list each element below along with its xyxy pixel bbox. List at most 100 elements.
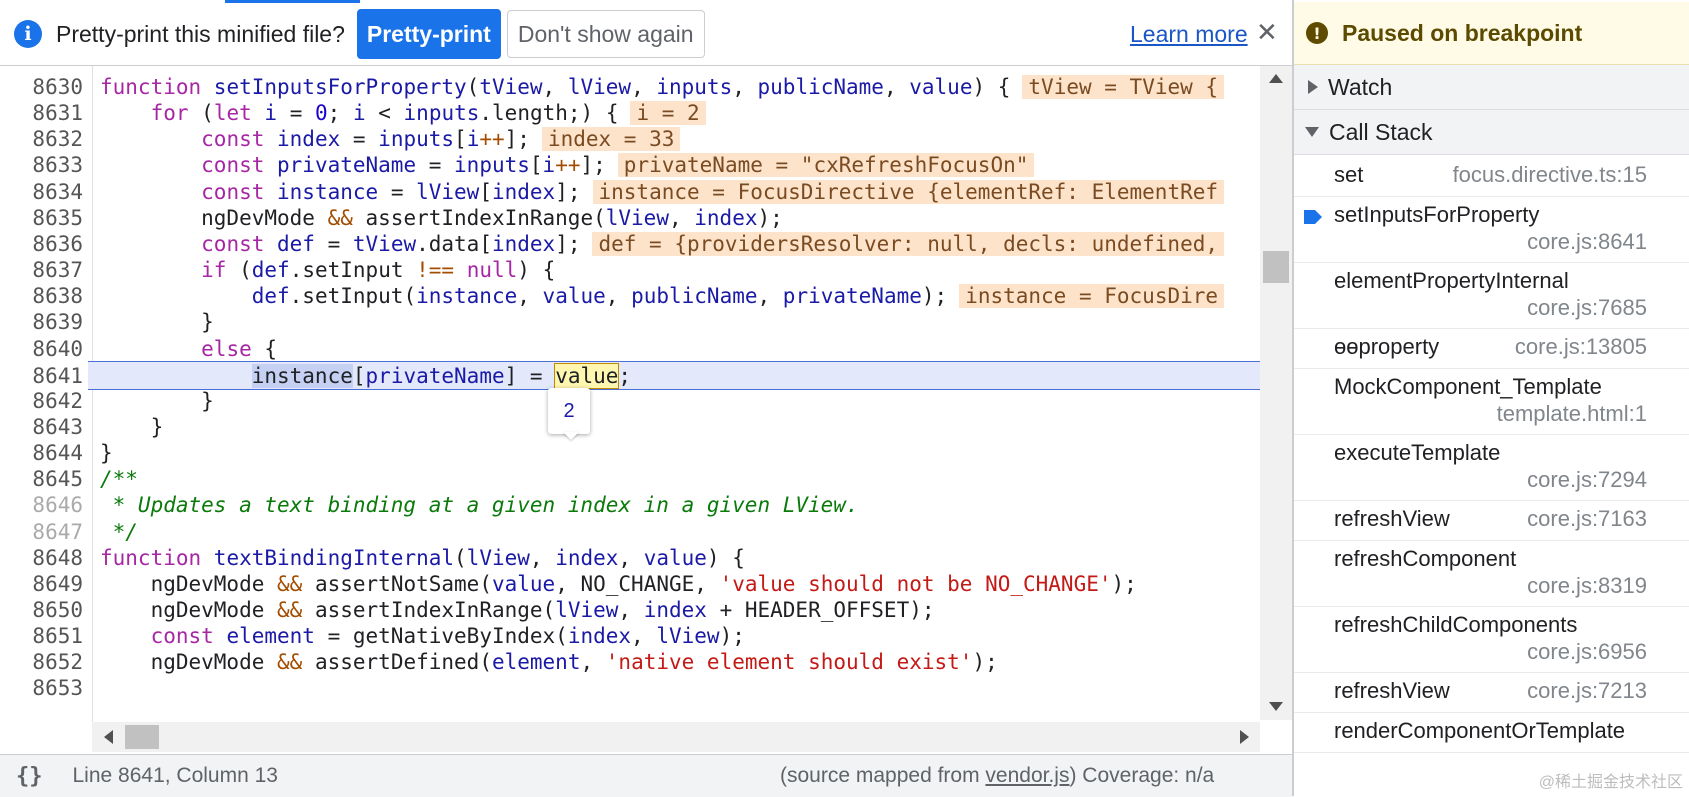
call-frame-location: core.js:8319 [1527,573,1647,598]
code-token: element [226,624,315,649]
code-token: value [909,75,973,99]
learn-more-link[interactable]: Learn more [1130,21,1248,48]
code-line[interactable]: 8643 } [0,413,1260,441]
code-line[interactable]: 8637 if (def.setInput !== null) { [0,256,1260,284]
code-line[interactable]: 8650 ngDevMode && assertIndexInRange(lVi… [0,596,1260,624]
call-frame-name: executeTemplate [1334,440,1501,465]
line-number[interactable]: 8632 [0,125,83,153]
code-token: privateName [782,284,922,309]
line-number[interactable]: 8638 [0,282,83,310]
line-number[interactable]: 8653 [0,674,83,702]
code-line[interactable]: 8632 const index = inputs[i++]; index = 3… [0,125,1260,153]
call-frame[interactable]: setInputsForProperty core.js:8641 [1294,196,1689,263]
scroll-right-arrow-icon[interactable] [1240,730,1249,744]
value-popover: 2 [548,388,590,434]
call-frame-location: core.js:7294 [1527,467,1647,492]
code-text: } [100,413,164,441]
code-line[interactable]: 8652 ngDevMode && assertDefined(element,… [0,648,1260,676]
code-text: } [100,439,113,467]
watch-section-header[interactable]: Watch [1294,65,1689,110]
code-line[interactable]: 8634 const instance = lView[index]; insta… [0,178,1260,206]
code-token: [ [529,153,543,178]
line-number[interactable]: 8640 [0,335,83,363]
code-token: const [150,624,227,649]
call-frame[interactable]: refreshChildComponents core.js:6956 [1294,606,1689,673]
line-number[interactable]: 8643 [0,413,83,441]
scroll-up-arrow-icon[interactable] [1269,74,1283,83]
code-line[interactable]: 8641 instance[privateName] = value; [32,360,1260,390]
line-number[interactable]: 8641 [0,362,83,390]
line-number[interactable]: 8647 [0,518,83,546]
horizontal-scrollbar[interactable] [92,722,1260,752]
call-frame[interactable]: set focus.directive.ts:15 [1294,156,1689,197]
call-frame[interactable]: executeTemplate core.js:7294 [1294,434,1689,501]
vertical-scrollbar[interactable] [1260,66,1292,720]
info-icon: i [14,20,42,48]
line-number[interactable]: 8642 [0,387,83,415]
source-map-link[interactable]: vendor.js [985,764,1069,787]
code-token: index [643,598,707,622]
line-number[interactable]: 8652 [0,648,83,676]
code-text: const index = inputs[i++]; index = 33 [100,125,681,153]
scroll-left-arrow-icon[interactable] [104,730,113,744]
code-text: const element = getNativeByIndex(index, … [100,622,745,650]
line-number[interactable]: 8649 [0,570,83,598]
code-line[interactable]: 8648 function textBindingInternal(lView, … [0,544,1260,572]
line-number[interactable]: 8636 [0,230,83,258]
line-number[interactable]: 8635 [0,204,83,232]
code-token: ngDevMode [100,598,278,622]
code-token: tView [352,231,417,256]
line-number[interactable]: 8634 [0,178,83,206]
line-number[interactable]: 8630 [0,73,83,101]
pretty-print-button[interactable]: Pretty-print [356,9,501,59]
code-line[interactable]: 8647 */ [0,518,1260,546]
code-line[interactable]: 8631 for (let i = 0; i < inputs.length;)… [0,99,1260,127]
code-editor[interactable]: 8630 function setInputsForProperty(tView,… [0,66,1292,752]
watch-label: Watch [1328,73,1393,100]
call-frame[interactable]: renderComponentOrTemplate [1294,712,1689,753]
code-line[interactable]: 8638 def.setInput(instance, value, publi… [0,282,1260,310]
line-number[interactable]: 8651 [0,622,83,650]
code-line[interactable]: 8642 } [0,387,1260,415]
pretty-print-braces-icon[interactable]: {} [16,764,43,789]
call-stack-label: Call Stack [1329,118,1433,145]
horizontal-scroll-thumb[interactable] [125,725,159,749]
line-number[interactable]: 8637 [0,256,83,284]
call-frame[interactable]: elementPropertyInternal core.js:7685 [1294,262,1689,329]
code-line[interactable]: 8636 const def = tView.data[index]; def =… [0,230,1260,258]
code-line[interactable]: 8640 else { [0,335,1260,363]
code-line[interactable]: 8639 } [0,308,1260,336]
code-line[interactable]: 8649 ngDevMode && assertNotSame(value, N… [0,570,1260,598]
line-number[interactable]: 8633 [0,151,83,179]
line-number[interactable]: 8645 [0,465,83,493]
close-icon[interactable]: ✕ [1256,17,1278,48]
vertical-scroll-thumb[interactable] [1263,251,1289,283]
call-frame[interactable]: refreshComponent core.js:8319 [1294,540,1689,607]
line-number[interactable]: 8648 [0,544,83,572]
code-line[interactable]: 8646 * Updates a text binding at a given… [0,491,1260,519]
line-number[interactable]: 8646 [0,491,83,519]
call-stack-section-header[interactable]: Call Stack [1294,110,1689,155]
code-token: && [327,205,353,230]
code-line[interactable]: 8645 /** [0,465,1260,493]
scroll-down-arrow-icon[interactable] [1269,702,1283,711]
call-frame[interactable]: MockComponent_Template template.html:1 [1294,368,1689,435]
code-line[interactable]: 8630 function setInputsForProperty(tView,… [0,73,1260,101]
line-number[interactable]: 8650 [0,596,83,624]
call-frame[interactable]: refreshView core.js:7163 [1294,500,1689,541]
code-line[interactable]: 8633 const privateName = inputs[i++]; pri… [0,151,1260,179]
code-token: i [352,101,366,126]
code-line[interactable]: 8651 const element = getNativeByIndex(in… [0,622,1260,650]
call-frame[interactable]: ɵɵproperty core.js:13805 [1294,328,1689,369]
dont-show-again-button[interactable]: Don't show again [506,10,705,58]
line-number[interactable]: 8644 [0,439,83,467]
line-number[interactable]: 8639 [0,308,83,336]
code-line[interactable]: 8635 ngDevMode && assertIndexInRange(lVi… [0,204,1260,232]
call-frame[interactable]: refreshView core.js:7213 [1294,672,1689,713]
code-line[interactable]: 8653 [0,674,1260,702]
line-number[interactable]: 8631 [0,99,83,127]
code-token: , [517,284,543,309]
code-line[interactable]: 8644} [0,439,1260,467]
